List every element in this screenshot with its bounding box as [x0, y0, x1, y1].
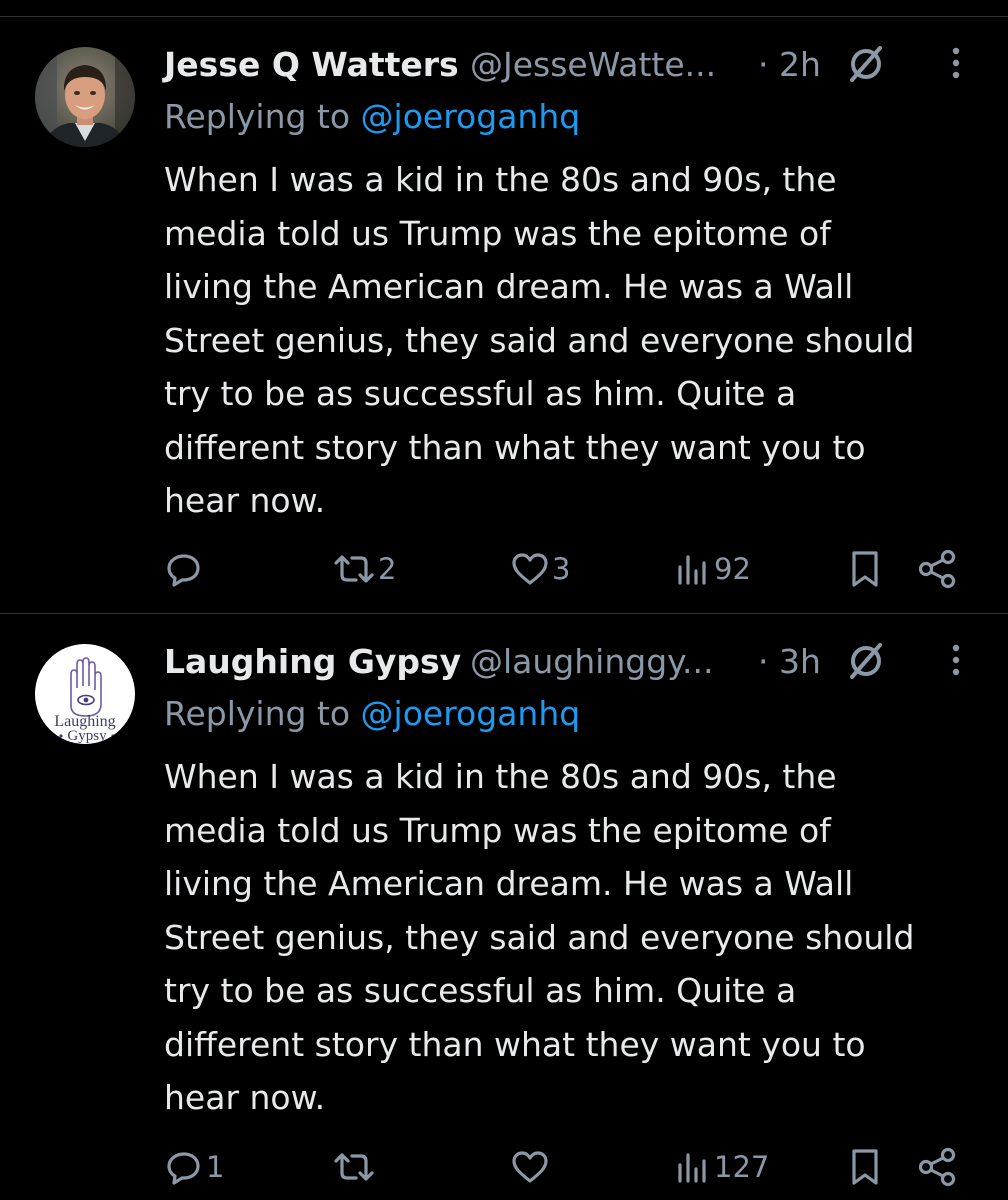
like-count: 3	[552, 552, 571, 586]
reply-button[interactable]	[164, 544, 206, 594]
reply-count: 1	[206, 1150, 225, 1184]
bookmark-button[interactable]	[848, 1142, 882, 1192]
views-button[interactable]: 92	[676, 544, 751, 594]
muted-slash-icon	[850, 643, 882, 679]
retweet-button[interactable]	[332, 1142, 378, 1192]
share-button[interactable]	[916, 544, 960, 594]
top-divider	[0, 16, 1008, 17]
retweet-icon	[334, 1153, 374, 1181]
author-name[interactable]: Jesse Q Watters	[164, 45, 459, 84]
reply-icon	[167, 554, 200, 587]
timestamp[interactable]: · 3h	[758, 642, 821, 681]
tweet-header: Laughing Gypsy @laughinggy... · 3h	[164, 634, 984, 684]
heart-icon	[512, 553, 548, 585]
author-name[interactable]: Laughing Gypsy	[164, 642, 461, 681]
avatar[interactable]: Laughing Gypsy	[35, 644, 135, 744]
like-button[interactable]: 3	[510, 544, 570, 594]
tweet-divider	[0, 613, 1008, 614]
share-icon	[918, 549, 956, 589]
share-icon	[918, 1147, 956, 1187]
muted-slash-icon	[850, 46, 882, 82]
tweet-header: Jesse Q Watters @JesseWatte... · 2h	[164, 37, 984, 87]
profile-photo-man-icon	[35, 47, 135, 147]
bookmark-button[interactable]	[848, 544, 882, 594]
bookmark-icon	[852, 1149, 878, 1185]
more-options-icon[interactable]	[946, 640, 966, 680]
retweet-button[interactable]: 2	[332, 544, 396, 594]
views-button[interactable]: 127	[676, 1142, 769, 1192]
tweet-text: When I was a kid in the 80s and 90s, the…	[164, 757, 915, 1117]
bookmark-icon	[852, 551, 878, 587]
avatar[interactable]	[35, 47, 135, 147]
reply-icon	[167, 1152, 200, 1185]
tweet-actions: 2 3 92	[0, 544, 1008, 594]
replying-to-label: Replying to	[164, 97, 361, 136]
views-chart-icon	[678, 555, 706, 585]
heart-icon	[512, 1151, 548, 1183]
timestamp[interactable]: · 2h	[758, 45, 821, 84]
replying-to: Replying to @joeroganhq	[164, 694, 580, 733]
replying-to: Replying to @joeroganhq	[164, 97, 580, 136]
views-count: 127	[714, 1150, 770, 1184]
like-button[interactable]	[510, 1142, 552, 1192]
views-count: 92	[714, 552, 751, 586]
tweet-actions: 1 127	[0, 1142, 1008, 1192]
share-button[interactable]	[916, 1142, 960, 1192]
reply-mention-link[interactable]: @joeroganhq	[361, 694, 581, 733]
views-chart-icon	[678, 1153, 706, 1183]
retweet-count: 2	[378, 552, 397, 586]
retweet-icon	[334, 555, 374, 583]
reply-mention-link[interactable]: @joeroganhq	[361, 97, 581, 136]
replying-to-label: Replying to	[164, 694, 361, 733]
reply-button[interactable]: 1	[164, 1142, 224, 1192]
tweet-text: When I was a kid in the 80s and 90s, the…	[164, 160, 915, 520]
more-options-icon[interactable]	[946, 43, 966, 83]
hamsa-hand-logo-icon: Laughing Gypsy	[35, 644, 135, 744]
author-handle[interactable]: @JesseWatte...	[470, 45, 716, 84]
author-handle[interactable]: @laughinggy...	[470, 642, 713, 681]
avatar-logo-text-line-2: Gypsy	[67, 728, 107, 744]
